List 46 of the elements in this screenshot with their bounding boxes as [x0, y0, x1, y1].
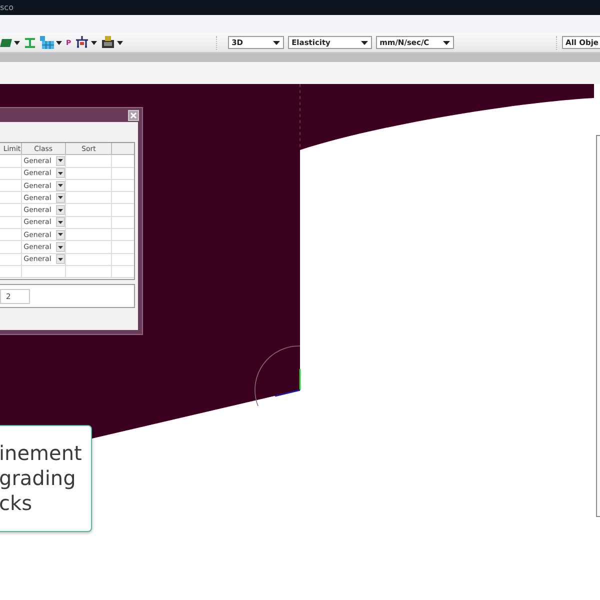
table-cell: [66, 155, 112, 168]
caret-icon[interactable]: [56, 192, 66, 203]
table-cell: [0, 192, 22, 204]
grid-icon[interactable]: [40, 36, 54, 49]
caret-icon[interactable]: [56, 217, 66, 228]
caret-icon[interactable]: [56, 254, 66, 264]
table-cell: [66, 266, 112, 278]
table-cell: [66, 168, 112, 180]
caret-icon: [442, 40, 450, 44]
table-cell: [0, 241, 22, 254]
table-cell: [0, 180, 22, 192]
table-cell: [0, 266, 22, 278]
table-cell: [22, 266, 66, 278]
caret-icon: [360, 40, 368, 44]
table-cell: [0, 216, 22, 230]
table-cell: [0, 168, 22, 180]
slab-icon[interactable]: [0, 38, 12, 46]
table-cell: [0, 254, 22, 266]
caret-icon[interactable]: [56, 40, 62, 44]
caption-text: inement grading cks: [0, 441, 82, 516]
table-cell: [66, 241, 112, 254]
table-cell: [66, 216, 112, 230]
caret-icon[interactable]: [91, 40, 98, 44]
load-icon[interactable]: [101, 36, 116, 49]
caret-icon[interactable]: [56, 205, 66, 216]
table-cell: [66, 229, 112, 242]
table-cell: [0, 204, 22, 217]
support-icon[interactable]: [75, 36, 90, 49]
table-cell: [66, 254, 112, 266]
close-button[interactable]: [128, 110, 139, 120]
caret-icon: [272, 40, 280, 44]
table-cell: [66, 192, 112, 204]
caret-icon[interactable]: [56, 180, 66, 191]
beam-icon[interactable]: [24, 36, 36, 48]
table-cell: [0, 155, 22, 168]
table-cell: [66, 180, 112, 192]
caret-icon[interactable]: [14, 40, 20, 44]
caret-icon[interactable]: [117, 40, 124, 44]
table-cell: [0, 229, 22, 242]
column-header: [112, 143, 134, 156]
table-cell: [66, 204, 112, 217]
caret-icon[interactable]: [56, 168, 66, 178]
caret-icon[interactable]: [56, 230, 66, 240]
window-title: sco: [0, 3, 14, 12]
caret-icon[interactable]: [56, 242, 66, 252]
caret-icon[interactable]: [56, 156, 66, 166]
